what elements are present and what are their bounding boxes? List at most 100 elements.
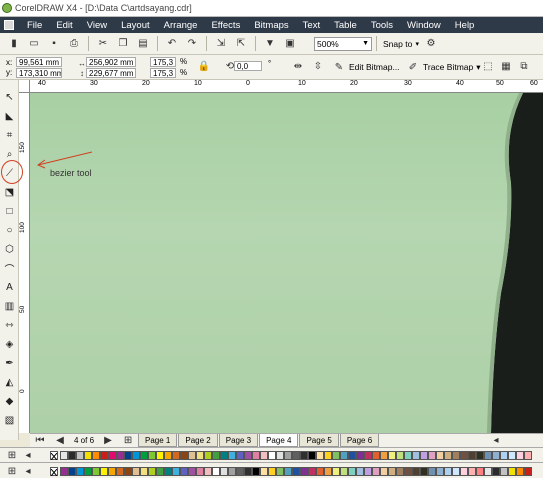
redo-icon[interactable]: ↷ — [185, 37, 199, 51]
color-swatch[interactable] — [404, 467, 412, 476]
no-color-swatch[interactable] — [50, 467, 58, 477]
tab-page-6[interactable]: Page 6 — [339, 434, 380, 447]
color-swatch[interactable] — [100, 451, 108, 460]
color-swatch[interactable] — [316, 467, 324, 476]
color-swatch[interactable] — [84, 467, 92, 476]
color-swatch[interactable] — [324, 451, 332, 460]
mesh-fill-tool-icon[interactable]: ▧ — [2, 413, 17, 428]
color-swatch[interactable] — [260, 451, 268, 460]
table-tool-icon[interactable]: ▥ — [2, 299, 17, 314]
color-swatch[interactable] — [428, 467, 436, 476]
color-swatch[interactable] — [212, 467, 220, 476]
color-swatch[interactable] — [292, 467, 300, 476]
scale-width-field[interactable]: 175,3 — [150, 57, 176, 67]
color-swatch[interactable] — [100, 467, 108, 476]
color-swatch[interactable] — [500, 467, 508, 476]
menu-text[interactable]: Text — [296, 20, 327, 31]
color-swatch[interactable] — [244, 467, 252, 476]
color-swatch[interactable] — [188, 467, 196, 476]
color-swatch[interactable] — [412, 451, 420, 460]
color-swatch[interactable] — [524, 451, 532, 460]
color-swatch[interactable] — [180, 467, 188, 476]
scroll-left-icon[interactable]: ◂ — [489, 434, 503, 448]
tab-page-3[interactable]: Page 3 — [218, 434, 259, 447]
color-swatch[interactable] — [220, 467, 228, 476]
crop-tool-icon[interactable]: ⌗ — [2, 128, 17, 143]
scale-height-field[interactable]: 175,3 — [150, 68, 176, 78]
color-swatch[interactable] — [388, 467, 396, 476]
edit-bitmap-button[interactable]: ✎ Edit Bitmap... — [326, 59, 403, 75]
menu-edit[interactable]: Edit — [49, 20, 79, 31]
menu-view[interactable]: View — [80, 20, 114, 31]
color-swatch[interactable] — [148, 451, 156, 460]
text-tool-icon[interactable]: A — [2, 280, 17, 295]
print-icon[interactable]: ⎙ — [67, 37, 81, 51]
color-swatch[interactable] — [364, 467, 372, 476]
color-swatch[interactable] — [188, 451, 196, 460]
color-swatch[interactable] — [204, 467, 212, 476]
palette-scroll-left-icon[interactable]: ◂ — [21, 448, 35, 462]
tab-page-5[interactable]: Page 5 — [299, 434, 339, 447]
width-field[interactable]: 256,902 mm — [86, 57, 136, 67]
color-swatch[interactable] — [260, 467, 268, 476]
color-swatch[interactable] — [76, 467, 84, 476]
add-page-icon[interactable]: ⊞ — [121, 434, 135, 448]
wrap-text-icon[interactable]: ⧉ — [517, 59, 531, 73]
color-swatch[interactable] — [340, 451, 348, 460]
color-swatch[interactable] — [332, 467, 340, 476]
color-swatch[interactable] — [172, 467, 180, 476]
eyedropper-tool-icon[interactable]: ✒ — [2, 356, 17, 371]
trace-bitmap-button[interactable]: ✐ Trace Bitmap ▾ — [400, 59, 484, 75]
outline-tool-icon[interactable]: ◭ — [2, 375, 17, 390]
color-swatch[interactable] — [164, 451, 172, 460]
color-swatch[interactable] — [404, 451, 412, 460]
color-swatch[interactable] — [196, 451, 204, 460]
menu-bitmaps[interactable]: Bitmaps — [247, 20, 295, 31]
color-swatch[interactable] — [484, 451, 492, 460]
color-swatch[interactable] — [268, 451, 276, 460]
new-document-icon[interactable]: ▮ — [7, 37, 21, 51]
color-swatch[interactable] — [284, 467, 292, 476]
color-swatch[interactable] — [68, 467, 76, 476]
color-swatch[interactable] — [300, 451, 308, 460]
color-swatch[interactable] — [524, 467, 532, 476]
color-swatch[interactable] — [516, 467, 524, 476]
color-swatch[interactable] — [340, 467, 348, 476]
lock-ratio-icon[interactable]: 🔒 — [197, 59, 211, 73]
color-swatch[interactable] — [92, 467, 100, 476]
color-swatch[interactable] — [508, 451, 516, 460]
shape-tool-icon[interactable]: ◣ — [2, 109, 17, 124]
color-swatch[interactable] — [444, 451, 452, 460]
welcome-screen-icon[interactable]: ▣ — [283, 37, 297, 51]
color-swatch[interactable] — [124, 451, 132, 460]
pick-tool-icon[interactable]: ↖ — [2, 90, 17, 105]
color-swatch[interactable] — [324, 467, 332, 476]
color-swatch[interactable] — [372, 467, 380, 476]
tab-page-4[interactable]: Page 4 — [259, 434, 299, 447]
color-swatch[interactable] — [476, 467, 484, 476]
menu-help[interactable]: Help — [448, 20, 482, 31]
color-swatch[interactable] — [420, 467, 428, 476]
menu-arrange[interactable]: Arrange — [157, 20, 205, 31]
menu-file[interactable]: File — [20, 20, 49, 31]
cut-icon[interactable]: ✂ — [96, 37, 110, 51]
undo-icon[interactable]: ↶ — [165, 37, 179, 51]
color-swatch[interactable] — [436, 451, 444, 460]
color-swatch[interactable] — [484, 467, 492, 476]
color-swatch[interactable] — [132, 451, 140, 460]
color-swatch[interactable] — [172, 451, 180, 460]
color-swatch[interactable] — [212, 451, 220, 460]
color-swatch[interactable] — [332, 451, 340, 460]
color-swatch[interactable] — [228, 451, 236, 460]
color-swatch[interactable] — [436, 467, 444, 476]
color-swatch[interactable] — [372, 451, 380, 460]
color-swatch[interactable] — [396, 451, 404, 460]
menu-window[interactable]: Window — [400, 20, 448, 31]
next-page-icon[interactable]: ▶ — [101, 434, 115, 448]
color-swatch[interactable] — [84, 451, 92, 460]
color-swatch[interactable] — [364, 451, 372, 460]
ellipse-tool-icon[interactable]: ○ — [2, 223, 17, 238]
color-swatch[interactable] — [316, 451, 324, 460]
color-swatch[interactable] — [252, 467, 260, 476]
basic-shapes-tool-icon[interactable]: ⌒ — [2, 261, 17, 276]
